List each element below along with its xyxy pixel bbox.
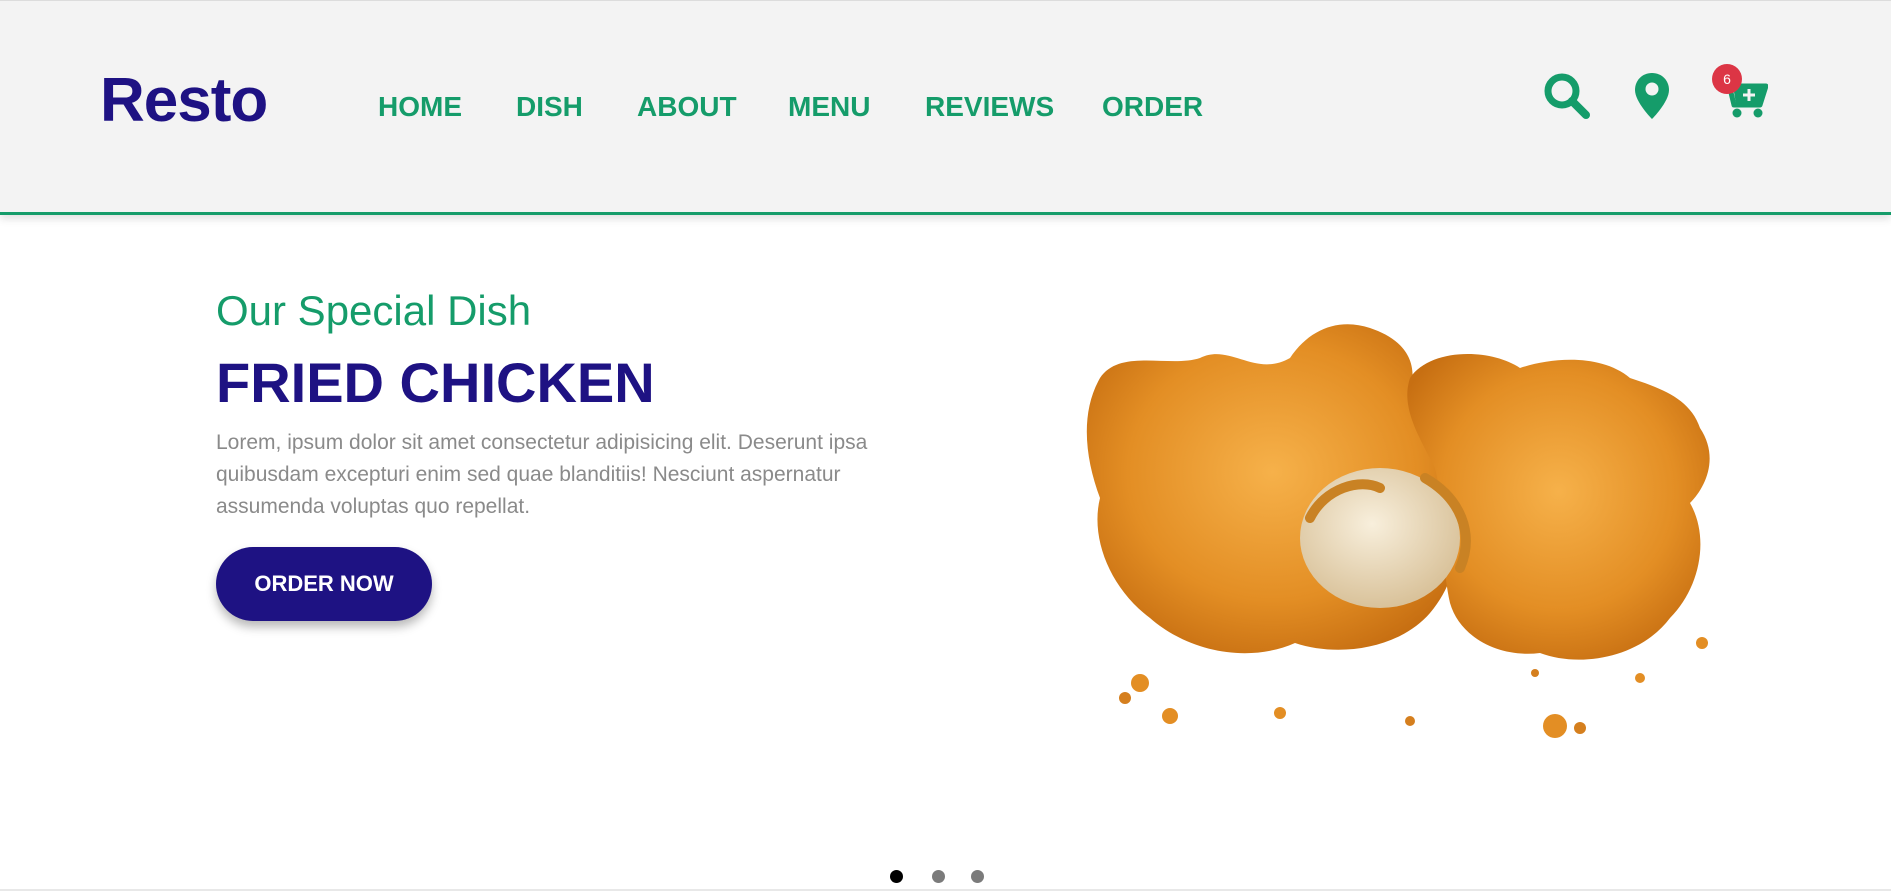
nav-about[interactable]: ABOUT	[637, 87, 737, 127]
nav-order[interactable]: ORDER	[1102, 87, 1203, 127]
cart-count-badge: 6	[1712, 64, 1742, 94]
nav-reviews[interactable]: REVIEWS	[925, 87, 1054, 127]
search-icon[interactable]	[1543, 72, 1591, 120]
location-icon[interactable]	[1634, 72, 1670, 120]
site-header: Resto HOME DISH ABOUT MENU REVIEWS ORDER…	[0, 0, 1891, 215]
slider-dot[interactable]	[890, 870, 903, 883]
slider-dot[interactable]	[971, 870, 984, 883]
nav-menu[interactable]: MENU	[788, 87, 870, 127]
nav-dish[interactable]: DISH	[516, 87, 583, 127]
order-now-button[interactable]: ORDER NOW	[216, 547, 432, 621]
hero-subtitle: Our Special Dish	[216, 287, 532, 334]
hero-description: Lorem, ipsum dolor sit amet consectetur …	[216, 431, 868, 518]
hero-title: FRIED CHICKEN	[216, 351, 655, 414]
slider-pagination	[0, 870, 1891, 886]
fried-chicken-image	[1080, 318, 1760, 748]
slider-dot[interactable]	[932, 870, 945, 883]
nav-home[interactable]: HOME	[378, 87, 462, 127]
logo[interactable]: Resto	[100, 63, 268, 139]
